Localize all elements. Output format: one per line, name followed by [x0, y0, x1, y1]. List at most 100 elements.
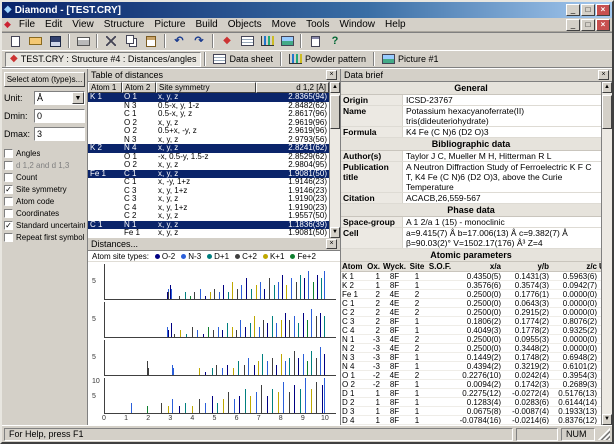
tab-test-cry-structure-4-distances-angles[interactable]: ◆TEST.CRY : Structure #4 : Distances/ang… [5, 52, 201, 67]
atomic-row[interactable]: C 124E20.2500(0)0.0643(3)0.0000(0) [341, 299, 601, 308]
atomic-row[interactable]: N 4-38F10.4394(2)0.3219(2)0.6101(2) [341, 362, 601, 371]
brief-scroll-up-icon[interactable]: ▲ [602, 82, 612, 93]
mdi-close-icon[interactable]: × [596, 19, 610, 31]
unit-select[interactable]: Å ▼ [34, 91, 85, 105]
table-row[interactable]: C 1N 1x, y, z1.1836(39) [88, 221, 329, 230]
checkbox-coordinates[interactable]: Coordinates [4, 209, 85, 218]
scroll-up-icon[interactable]: ▲ [330, 82, 340, 93]
resize-grip[interactable] [598, 428, 610, 440]
table-row[interactable]: Fe 1C 1x, y, z1.9081(50) [88, 170, 329, 179]
table-row[interactable]: Fe 1x, y, z1.9081(50) [88, 229, 329, 238]
brief-scrollbar-track[interactable] [602, 93, 612, 414]
checkbox-box[interactable] [4, 149, 13, 158]
menu-file[interactable]: File [14, 18, 40, 31]
atomic-row[interactable]: D 218F10.1283(4)0.0283(6)0.6144(14) [341, 398, 601, 407]
minimize-icon[interactable]: _ [566, 4, 580, 16]
table-row[interactable]: N 3x, y, z2.9793(56) [88, 136, 329, 145]
chevron-down-icon[interactable]: ▼ [72, 92, 84, 104]
atomic-row[interactable]: C 328F10.1806(2)0.1774(2)0.8076(2) [341, 317, 601, 326]
tab-data-sheet[interactable]: Data sheet [209, 52, 277, 67]
atomic-row[interactable]: D 418F1-0.0784(16)-0.0214(6)0.8376(12) [341, 416, 601, 425]
close-chart-icon[interactable]: × [326, 239, 337, 249]
new-file-icon[interactable] [6, 33, 24, 49]
table-row[interactable]: C 3x, y, z1.9190(23) [88, 195, 329, 204]
data-brief-scrollbar[interactable]: ▲ ▼ [601, 82, 612, 425]
atomic-row[interactable]: D 118F10.2275(12)-0.0272(4)0.5176(13) [341, 389, 601, 398]
picture-icon[interactable] [278, 33, 296, 49]
atomic-row[interactable]: N 3-38F10.1449(2)0.1748(2)0.6948(2) [341, 353, 601, 362]
data-sheet-icon[interactable] [238, 33, 256, 49]
checkbox-box[interactable] [4, 161, 13, 170]
menu-view[interactable]: View [67, 18, 99, 31]
menu-build[interactable]: Build [190, 18, 222, 31]
atomic-row[interactable]: N 1-34E20.2500(0)0.0955(3)0.0000(0) [341, 335, 601, 344]
cut-icon[interactable] [102, 33, 120, 49]
atomic-row[interactable]: K 218F10.3576(6)0.3574(3)0.0942(7) [341, 281, 601, 290]
atomic-row[interactable]: N 2-34E20.2500(0)0.3448(2)0.0000(0) [341, 344, 601, 353]
column-header-site-symmetry[interactable]: Site symmetry [156, 82, 256, 93]
atomic-row[interactable]: D 318F10.0675(8)-0.0087(4)0.1933(13) [341, 407, 601, 416]
checkbox-repeat-first-symbol[interactable]: Repeat first symbol [4, 233, 85, 242]
table-row[interactable]: N 30.5-x, y, 1-z2.8482(62) [88, 102, 329, 111]
atomic-row[interactable]: O 2-28F10.0094(2)0.1742(3)0.2689(3) [341, 380, 601, 389]
checkbox-count[interactable]: Count [4, 173, 85, 182]
close-table-icon[interactable]: × [326, 70, 337, 80]
tab-powder-pattern[interactable]: Powder pattern [285, 52, 370, 67]
scrollbar-thumb[interactable] [330, 95, 340, 129]
menu-tools[interactable]: Tools [301, 18, 334, 31]
properties-icon[interactable] [306, 33, 324, 49]
tab-picture-1[interactable]: Picture #1 [378, 52, 443, 67]
menu-help[interactable]: Help [380, 18, 411, 31]
dmin-input[interactable] [34, 109, 85, 123]
save-file-icon[interactable] [46, 33, 64, 49]
checkbox-atom-code[interactable]: Atom code [4, 197, 85, 206]
table-row[interactable]: O 2x, y, z2.9804(95) [88, 161, 329, 170]
checkbox-box[interactable] [4, 233, 13, 242]
close-data-brief-icon[interactable]: × [598, 70, 609, 80]
brief-scroll-down-icon[interactable]: ▼ [602, 414, 612, 425]
checkbox-site-symmetry[interactable]: ✓Site symmetry [4, 185, 85, 194]
checkbox-angles[interactable]: Angles [4, 149, 85, 158]
dmax-input[interactable] [34, 127, 85, 141]
print-icon[interactable] [74, 33, 92, 49]
help-icon[interactable]: ? [326, 33, 344, 49]
column-header-atom2[interactable]: Atom 2 [122, 82, 156, 93]
table-row[interactable]: O 20.5+x, -y, z2.9619(96) [88, 127, 329, 136]
atomic-row[interactable]: K 118F10.4350(5)0.1431(3)0.5963(6) [341, 272, 601, 281]
checkbox-box[interactable] [4, 209, 13, 218]
checkbox-box[interactable]: ✓ [4, 221, 13, 230]
menu-window[interactable]: Window [334, 18, 380, 31]
brief-scrollbar-thumb[interactable] [602, 95, 612, 129]
table-row[interactable]: O 2x, y, z2.9619(96) [88, 119, 329, 128]
menu-objects[interactable]: Objects [223, 18, 267, 31]
atomic-row[interactable]: C 428F10.4049(3)0.1778(2)0.9325(2) [341, 326, 601, 335]
redo-icon[interactable]: ↷ [190, 33, 208, 49]
atomic-row[interactable]: O 1-24E20.2276(10)0.0242(4)0.3954(3) [341, 371, 601, 380]
copy-icon[interactable] [122, 33, 140, 49]
open-file-icon[interactable] [26, 33, 44, 49]
table-row[interactable]: C 3x, y, 1+z1.9146(23) [88, 187, 329, 196]
select-atom-types-button[interactable]: Select atom (type)s... [4, 72, 85, 87]
atomic-row[interactable]: Fe 124E20.2500(0)0.1776(1)0.0000(0) [341, 290, 601, 299]
menu-picture[interactable]: Picture [149, 18, 190, 31]
scroll-down-icon[interactable]: ▼ [330, 227, 340, 238]
menu-structure[interactable]: Structure [99, 18, 150, 31]
table-row[interactable]: K 2N 4x, y, z2.8241(62) [88, 144, 329, 153]
table-row[interactable]: C 1x, -y, 1+z1.9146(23) [88, 178, 329, 187]
close-icon[interactable]: × [596, 4, 610, 16]
paste-icon[interactable] [142, 33, 160, 49]
atomic-row[interactable]: C 224E20.2500(0)0.2915(2)0.0000(0) [341, 308, 601, 317]
column-header-d12[interactable]: d 1,2 [Å] [256, 82, 329, 93]
checkbox-d-1-2-and-d-1-3[interactable]: d 1,2 and d 1,3 [4, 161, 85, 170]
menu-move[interactable]: Move [267, 18, 301, 31]
table-row[interactable]: C 10.5-x, y, z2.8617(96) [88, 110, 329, 119]
distance-table-scrollbar[interactable]: ▲ ▼ [329, 82, 340, 238]
table-row[interactable]: C 2x, y, z1.9557(50) [88, 212, 329, 221]
checkbox-box[interactable] [4, 197, 13, 206]
checkbox-standard-uncertainties[interactable]: ✓Standard uncertainties [4, 221, 85, 230]
structure-icon[interactable]: ◆ [218, 33, 236, 49]
menu-edit[interactable]: Edit [40, 18, 67, 31]
maximize-icon[interactable]: □ [581, 4, 595, 16]
table-row[interactable]: C 4x, y, 1+z1.9190(23) [88, 204, 329, 213]
powder-pattern-icon[interactable] [258, 33, 276, 49]
